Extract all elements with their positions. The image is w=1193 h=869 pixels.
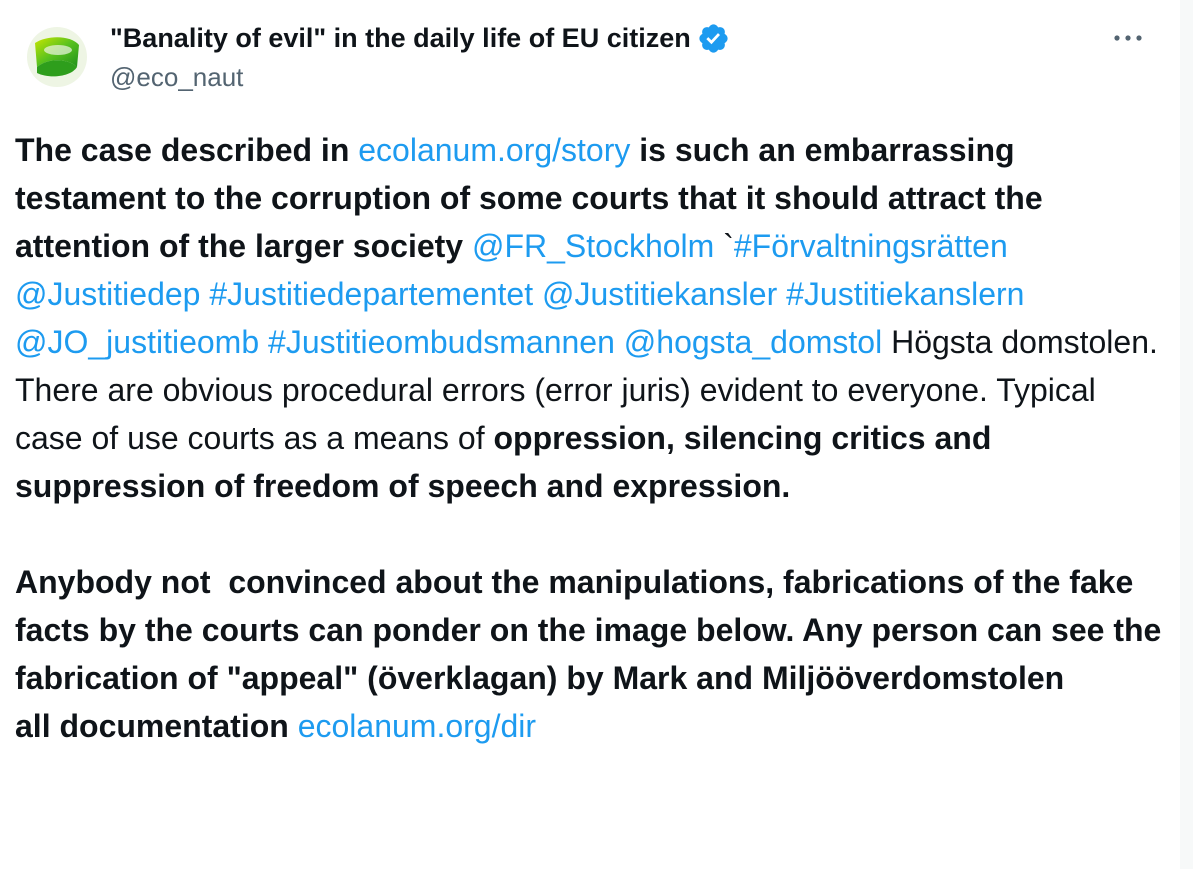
name-row: "Banality of evil" in the daily life of …	[110, 20, 1070, 56]
tweet-text: The case described in ecolanum.org/story…	[15, 126, 1165, 750]
more-options-icon	[1114, 35, 1142, 41]
tweet-text-bold: oppression, silencing critics and suppre…	[15, 420, 1162, 744]
tweet-text-bold: The case described in	[15, 132, 359, 168]
author-handle[interactable]: @eco_naut	[110, 60, 1070, 94]
tweet-text-segment	[1024, 276, 1033, 312]
tweet-card: "Banality of evil" in the daily life of …	[0, 0, 1181, 869]
tweet-text-segment	[777, 276, 786, 312]
page-edge	[1180, 0, 1193, 869]
hashtag-link[interactable]: #Justitiedepartementet	[209, 276, 533, 312]
verified-badge-icon[interactable]	[697, 22, 730, 55]
tweet-text-segment	[533, 276, 542, 312]
hashtag-link[interactable]: #Justitieombudsmannen	[268, 324, 615, 360]
more-options-button[interactable]	[1098, 18, 1158, 58]
tweet-text-segment: `	[714, 228, 734, 264]
tweet-text-segment	[259, 324, 268, 360]
green-ring-logo-icon	[35, 37, 79, 77]
tweet-text-segment	[1008, 228, 1017, 264]
tweet-text-segment	[615, 324, 624, 360]
mention-link[interactable]: @hogsta_domstol	[624, 324, 882, 360]
mention-link[interactable]: @Justitiedep	[15, 276, 200, 312]
avatar[interactable]	[27, 27, 87, 87]
tweet-header: "Banality of evil" in the daily life of …	[110, 20, 1070, 94]
mention-link[interactable]: @Justitiekansler	[542, 276, 777, 312]
author-display-name[interactable]: "Banality of evil" in the daily life of …	[110, 23, 691, 54]
mention-link[interactable]: @FR_Stockholm	[472, 228, 714, 264]
hashtag-link[interactable]: #Justitiekanslern	[786, 276, 1024, 312]
url-link[interactable]: ecolanum.org/story	[358, 132, 630, 168]
url-link[interactable]: ecolanum.org/dir	[298, 708, 536, 744]
hashtag-link[interactable]: #Förvaltningsrätten	[734, 228, 1008, 264]
mention-link[interactable]: @JO_justitieomb	[15, 324, 259, 360]
